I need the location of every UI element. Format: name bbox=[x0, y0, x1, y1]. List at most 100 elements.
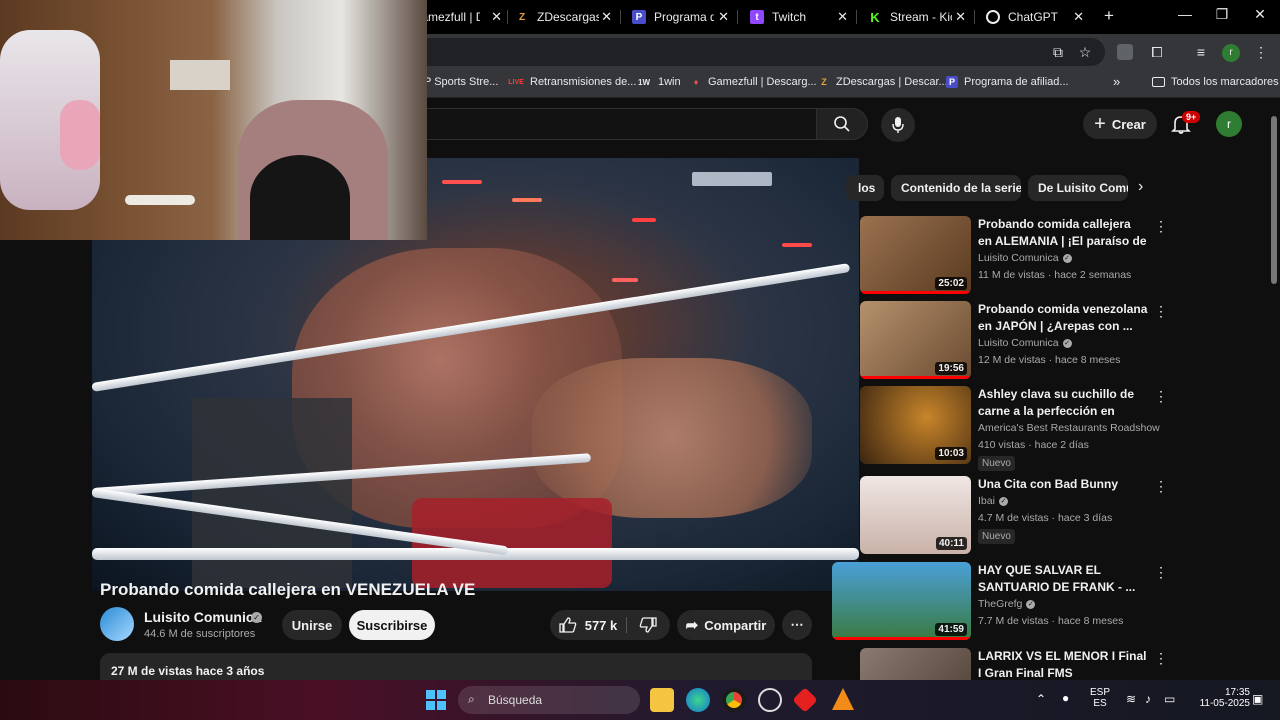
chrome-icon[interactable] bbox=[722, 688, 746, 712]
channel-name[interactable]: Luisito Comunica bbox=[144, 609, 261, 625]
video-thumbnail[interactable]: 25:02 bbox=[860, 216, 971, 294]
chip-all[interactable]: los bbox=[846, 175, 884, 201]
recommendation-item[interactable]: 25:02 Probando comida callejera en ALEMA… bbox=[832, 216, 1232, 300]
rec-channel[interactable]: TheGrefg ✓ bbox=[978, 598, 1036, 610]
tab-programa[interactable]: P Programa de ✕ bbox=[632, 4, 729, 30]
recommendation-item[interactable]: LARRIX VS EL MENOR I Final I Gran Final … bbox=[832, 648, 1232, 680]
recommendation-item[interactable]: 10:03 Ashley clava su cuchillo de carne … bbox=[832, 386, 1232, 471]
maximize-icon[interactable]: ❐ bbox=[1212, 6, 1232, 23]
tab-zdescargas[interactable]: Z ZDescargas | ✕ bbox=[515, 4, 612, 30]
rec-title[interactable]: Probando comida venezolana en JAPÓN | ¿A… bbox=[978, 301, 1148, 335]
chevron-right-icon[interactable]: › bbox=[1138, 178, 1143, 196]
clock[interactable]: 17:35 11-05-2025 bbox=[1190, 687, 1250, 709]
date: 11-05-2025 bbox=[1199, 698, 1250, 709]
video-thumbnail[interactable] bbox=[860, 648, 971, 680]
recommendation-item[interactable]: 40:11 Una Cita con Bad Bunny Ibai ✓ 4.7 M… bbox=[832, 476, 1232, 560]
video-thumbnail[interactable]: 19:56 bbox=[860, 301, 971, 379]
star-icon[interactable]: ☆ bbox=[1076, 43, 1094, 61]
rec-title[interactable]: Una Cita con Bad Bunny bbox=[978, 476, 1148, 493]
kebab-menu-icon[interactable]: ⋮ bbox=[1154, 303, 1168, 320]
address-bar[interactable] bbox=[400, 38, 1105, 66]
taskbar-search-input[interactable]: ⌕ Búsqueda bbox=[458, 686, 640, 714]
account-avatar[interactable]: r bbox=[1216, 111, 1242, 137]
tab-twitch[interactable]: t Twitch ✕ bbox=[750, 4, 848, 30]
notifications-icon[interactable]: ▣ bbox=[1252, 692, 1263, 706]
new-tab-button[interactable]: + bbox=[1099, 6, 1119, 26]
windows-start-icon[interactable] bbox=[426, 690, 446, 710]
kebab-menu-icon[interactable]: ⋮ bbox=[1252, 43, 1270, 61]
video-thumbnail[interactable]: 40:11 bbox=[860, 476, 971, 554]
rec-title[interactable]: Ashley clava su cuchillo de carne a la p… bbox=[978, 386, 1148, 420]
rec-title[interactable]: Probando comida callejera en ALEMANIA | … bbox=[978, 216, 1148, 250]
rec-title[interactable]: LARRIX VS EL MENOR I Final I Gran Final … bbox=[978, 648, 1148, 680]
close-icon[interactable]: ✕ bbox=[601, 9, 612, 25]
recommendation-item[interactable]: 41:59 HAY QUE SALVAR EL SANTUARIO DE FRA… bbox=[832, 562, 1232, 646]
rec-channel[interactable]: Luisito Comunica ✓ bbox=[978, 252, 1072, 264]
vlc-icon[interactable] bbox=[832, 688, 854, 710]
close-icon[interactable]: ✕ bbox=[837, 9, 848, 25]
battery-icon[interactable]: ▭ bbox=[1164, 692, 1175, 706]
close-icon[interactable]: ✕ bbox=[718, 9, 729, 25]
kebab-menu-icon[interactable]: ⋮ bbox=[1154, 478, 1168, 495]
close-icon[interactable]: ✕ bbox=[1073, 9, 1084, 25]
rec-channel[interactable]: Ibai ✓ bbox=[978, 495, 1008, 507]
video-thumbnail[interactable]: 10:03 bbox=[860, 386, 971, 464]
verified-icon: ✓ bbox=[1062, 253, 1072, 263]
close-window-icon[interactable]: ✕ bbox=[1250, 6, 1270, 23]
video-thumbnail[interactable]: 41:59 bbox=[832, 562, 971, 640]
search-button[interactable] bbox=[816, 108, 868, 140]
bookmark-retransmisiones[interactable]: LIVE Retransmisiones de... bbox=[508, 76, 636, 88]
tab-kick[interactable]: K Stream - Kick ✕ bbox=[868, 4, 966, 30]
create-button[interactable]: + Crear bbox=[1083, 109, 1157, 139]
bookmark-sports[interactable]: P Sports Stre... bbox=[424, 76, 498, 88]
tab-separator bbox=[507, 10, 508, 24]
bookmarks-overflow-button[interactable]: » bbox=[1113, 74, 1120, 89]
rec-channel[interactable]: America's Best Restaurants Roadshow bbox=[978, 422, 1160, 434]
bookmark-programa[interactable]: P Programa de afiliad... bbox=[946, 76, 1069, 88]
dislike-button[interactable] bbox=[630, 610, 666, 640]
chevron-up-icon[interactable]: ⌃ bbox=[1036, 692, 1046, 706]
all-bookmarks-button[interactable]: Todos los marcadores bbox=[1152, 76, 1279, 88]
kebab-menu-icon[interactable]: ⋮ bbox=[1154, 650, 1168, 667]
like-button[interactable]: 577 k bbox=[550, 610, 626, 640]
thumbs-up-icon bbox=[559, 617, 577, 633]
close-icon[interactable]: ✕ bbox=[491, 9, 502, 25]
rec-title[interactable]: HAY QUE SALVAR EL SANTUARIO DE FRANK - .… bbox=[978, 562, 1148, 596]
minimize-icon[interactable]: — bbox=[1175, 6, 1195, 22]
bookmark-zdescargas[interactable]: Z ZDescargas | Descar... bbox=[818, 76, 947, 88]
chatgpt-app-icon[interactable] bbox=[758, 688, 782, 712]
file-explorer-icon[interactable] bbox=[650, 688, 674, 712]
kebab-menu-icon[interactable]: ⋮ bbox=[1154, 388, 1168, 405]
tab-chatgpt[interactable]: ChatGPT ✕ bbox=[986, 4, 1084, 30]
language-indicator[interactable]: ESP ES bbox=[1088, 687, 1112, 709]
edge-icon[interactable] bbox=[686, 688, 710, 712]
channel-avatar[interactable] bbox=[100, 607, 134, 641]
search-input[interactable] bbox=[380, 108, 816, 140]
more-actions-button[interactable]: ⋯ bbox=[782, 610, 812, 640]
voice-search-button[interactable] bbox=[881, 108, 915, 142]
kebab-menu-icon[interactable]: ⋮ bbox=[1154, 218, 1168, 235]
subscribe-button[interactable]: Suscribirse bbox=[349, 610, 435, 640]
media-control-icon[interactable]: ≡ bbox=[1192, 43, 1210, 61]
join-button[interactable]: Unirse bbox=[282, 610, 342, 640]
red-app-icon[interactable] bbox=[792, 687, 818, 713]
rec-channel[interactable]: Luisito Comunica ✓ bbox=[978, 337, 1072, 349]
scrollbar-thumb[interactable] bbox=[1271, 116, 1277, 284]
close-icon[interactable]: ✕ bbox=[955, 9, 966, 25]
cast-icon[interactable]: ⧉ bbox=[1049, 43, 1067, 61]
share-button[interactable]: ➦ Compartir bbox=[677, 610, 775, 640]
chip-from-channel[interactable]: De Luisito Comu bbox=[1028, 175, 1128, 201]
chip-series-content[interactable]: Contenido de la serie bbox=[891, 175, 1021, 201]
wifi-icon[interactable]: ≋ bbox=[1126, 692, 1136, 706]
bookmark-gamezfull[interactable]: ♦ Gamezfull | Descarg... bbox=[690, 76, 817, 88]
volume-icon[interactable]: ♪ bbox=[1145, 692, 1151, 706]
plus-icon: + bbox=[1094, 112, 1106, 135]
microphone-icon[interactable]: ● bbox=[1062, 691, 1069, 705]
profile-icon[interactable]: r bbox=[1222, 44, 1240, 62]
kebab-menu-icon[interactable]: ⋮ bbox=[1154, 564, 1168, 581]
recommendation-item[interactable]: 19:56 Probando comida venezolana en JAPÓ… bbox=[832, 301, 1232, 385]
rec-meta: 12 M de vistas · hace 8 meses bbox=[978, 354, 1121, 366]
puzzle-icon[interactable]: ⧠ bbox=[1148, 43, 1166, 61]
extension-icon[interactable] bbox=[1117, 44, 1133, 60]
bookmark-1win[interactable]: 1W 1win bbox=[636, 76, 681, 88]
